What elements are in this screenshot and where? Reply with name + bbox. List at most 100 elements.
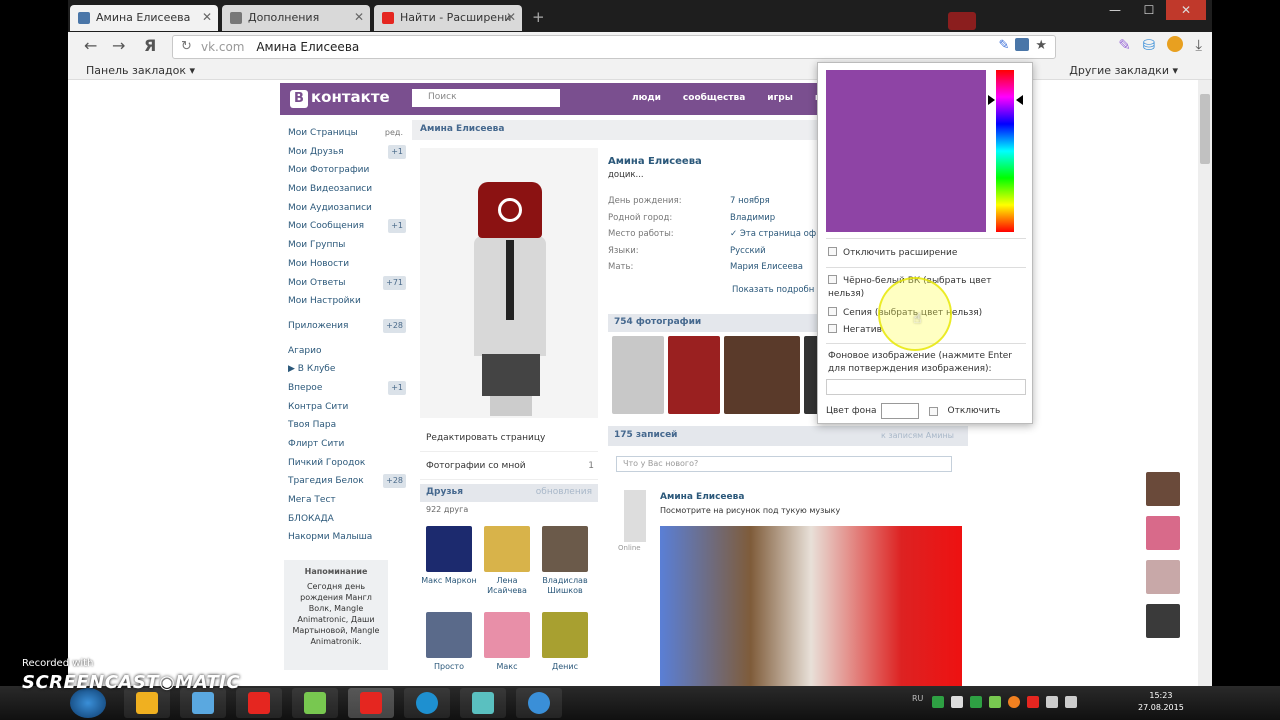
post-author[interactable]: Амина Елисеева — [660, 492, 744, 502]
tray-icon[interactable] — [1008, 696, 1020, 708]
menu-item-apps[interactable]: Приложения +28 — [288, 317, 406, 336]
address-bar[interactable]: ↻ vk.com Амина Елисеева ✎ ★ — [172, 35, 1056, 59]
back-button[interactable]: ← — [84, 36, 97, 55]
friend-card[interactable]: Владислав Шишков — [536, 520, 594, 606]
taskbar-app[interactable] — [236, 688, 282, 718]
menu-item[interactable]: Мои Группы — [288, 236, 406, 255]
menu-item-group[interactable]: Твоя Пара — [288, 416, 406, 435]
clock[interactable]: 15:23 27.08.2015 — [1138, 690, 1184, 714]
hue-handle-left-icon[interactable] — [988, 95, 995, 105]
menu-item[interactable]: Мои Друзья +1 — [288, 143, 406, 162]
taskbar-app[interactable] — [404, 688, 450, 718]
friends-updates-link[interactable]: обновления — [536, 487, 592, 497]
menu-item-group[interactable]: Вперое +1 — [288, 379, 406, 398]
menu-item[interactable]: Мои Видеозаписи — [288, 180, 406, 199]
edit-page-link[interactable]: Редактировать страницу — [420, 424, 598, 452]
vk-logo[interactable]: Вконтакте — [290, 88, 390, 108]
friend-card[interactable]: Лена Исайчева — [478, 520, 536, 606]
yandex-button[interactable]: Я — [144, 36, 156, 55]
minimize-button[interactable]: — — [1098, 0, 1132, 20]
star-icon[interactable]: ★ — [1035, 38, 1047, 53]
pen-icon[interactable]: ✎ — [998, 38, 1009, 53]
post-author-avatar[interactable] — [624, 490, 646, 542]
vk-search-input[interactable]: Поиск — [412, 89, 560, 107]
online-friend-avatar[interactable] — [1146, 604, 1180, 638]
menu-item-group[interactable]: Флирт Сити — [288, 435, 406, 454]
info-value[interactable]: 7 ноября — [730, 196, 770, 213]
hue-slider[interactable] — [996, 70, 1014, 232]
menu-item-group[interactable]: Трагедия Белок +28 — [288, 472, 406, 491]
wall-link[interactable]: к записям Амины — [881, 431, 954, 440]
info-value[interactable]: Мария Елисеева — [730, 262, 803, 279]
tab-close-icon[interactable]: ✕ — [506, 10, 516, 24]
taskbar-app[interactable] — [516, 688, 562, 718]
menu-item[interactable]: Мои Аудиозаписи — [288, 199, 406, 218]
brush-icon[interactable]: ✎ — [1118, 36, 1131, 54]
windows-icon[interactable] — [951, 696, 963, 708]
tab-search[interactable]: Найти - Расширени ✕ — [374, 5, 522, 31]
scrollbar-thumb[interactable] — [1200, 94, 1210, 164]
checkbox[interactable] — [928, 406, 938, 416]
menu-item-group[interactable]: БЛОКАДА — [288, 510, 406, 529]
photo-thumb[interactable] — [668, 336, 720, 414]
taskbar-app[interactable] — [460, 688, 506, 718]
forward-button[interactable]: → — [112, 36, 125, 55]
sync-icon[interactable]: ⛁ — [1143, 36, 1156, 54]
checkbox[interactable] — [828, 307, 837, 316]
menu-item[interactable]: Мои Фотографии — [288, 161, 406, 180]
download-icon[interactable]: ⤓ — [1195, 36, 1202, 54]
friend-card[interactable]: Денис — [536, 606, 594, 686]
online-friend-avatar[interactable] — [1146, 560, 1180, 594]
hue-handle-right-icon[interactable] — [1016, 95, 1023, 105]
checkbox[interactable] — [828, 247, 837, 256]
photo-thumb[interactable] — [724, 336, 800, 414]
menu-edit-link[interactable]: ред. — [382, 126, 406, 140]
friend-card[interactable]: Просто — [420, 606, 478, 686]
info-value[interactable]: Русский — [730, 246, 766, 263]
post-image[interactable] — [660, 526, 962, 686]
volume-icon[interactable] — [1065, 696, 1077, 708]
maximize-button[interactable]: ☐ — [1132, 0, 1166, 20]
tray-icon[interactable] — [970, 696, 982, 708]
taskbar-app[interactable] — [292, 688, 338, 718]
tray-icon[interactable] — [932, 696, 944, 708]
tab-vk-profile[interactable]: Амина Елисеева ✕ — [70, 5, 218, 31]
menu-item[interactable]: Мои Ответы +71 — [288, 274, 406, 293]
bg-image-input[interactable] — [826, 379, 1026, 395]
profile-status[interactable]: доцик... — [608, 170, 848, 196]
photo-thumb[interactable] — [612, 336, 664, 414]
disable-extension-option[interactable]: Отключить расширение — [828, 247, 1024, 260]
friend-card[interactable]: Макс Маркон — [420, 520, 478, 606]
new-tab-button[interactable]: + — [532, 8, 545, 26]
menu-item-group[interactable]: Контра Сити — [288, 398, 406, 417]
language-indicator[interactable]: RU — [912, 694, 923, 703]
menu-item-group[interactable]: Пичкий Городок — [288, 454, 406, 473]
menu-item[interactable]: Мои Новости — [288, 255, 406, 274]
color-swatch[interactable] — [826, 70, 986, 232]
show-more-link[interactable]: Показать подробн — [608, 285, 848, 295]
tab-close-icon[interactable]: ✕ — [202, 10, 212, 24]
network-icon[interactable] — [1046, 696, 1058, 708]
photos-with-me-link[interactable]: Фотографии со мной 1 — [420, 452, 598, 480]
tab-close-icon[interactable]: ✕ — [354, 10, 364, 24]
online-friend-avatar[interactable] — [1146, 516, 1180, 550]
friends-header[interactable]: Друзья обновления — [420, 484, 598, 502]
other-bookmarks-button[interactable]: Другие закладки ▾ — [1069, 64, 1178, 77]
menu-item-group[interactable]: Агарио — [288, 342, 406, 361]
bookmarks-panel-button[interactable]: Панель закладок ▾ — [86, 64, 195, 77]
nav-games[interactable]: игры — [767, 93, 793, 103]
checkbox[interactable] — [828, 275, 837, 284]
new-post-input[interactable]: Что у Вас нового? — [616, 456, 952, 472]
tray-icon[interactable] — [989, 696, 1001, 708]
info-value[interactable]: Владимир — [730, 213, 775, 230]
menu-item-group[interactable]: ▶ В Клубе — [288, 360, 406, 379]
posts-title[interactable]: 175 записей — [614, 430, 678, 440]
tray-icon[interactable] — [1027, 696, 1039, 708]
extension-icon[interactable] — [1015, 38, 1030, 51]
friend-card[interactable]: Макс — [478, 606, 536, 686]
profile-avatar[interactable] — [420, 148, 598, 418]
menu-item-group[interactable]: Накорми Малыша — [288, 528, 406, 547]
profile-icon[interactable] — [1167, 36, 1184, 52]
menu-item-group[interactable]: Мега Тест — [288, 491, 406, 510]
checkbox[interactable] — [828, 324, 837, 333]
